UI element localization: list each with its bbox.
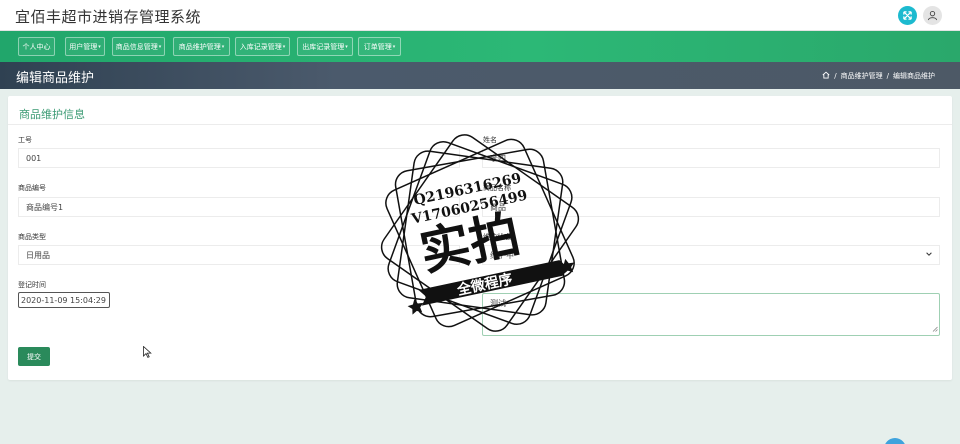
breadcrumb-item[interactable]: 商品维护管理 [841, 71, 883, 81]
nav-item-label: 出库记录管理 [302, 42, 345, 51]
register-time-value: 2020-11-09 15:04:29 [21, 295, 106, 305]
watermark-stamp: Q2196316269 V17060256499 实拍 全微程序 [372, 126, 588, 344]
nav-item-label: 商品信息管理 [115, 42, 158, 51]
home-icon[interactable] [822, 71, 830, 81]
nav-item-label: 个人中心 [22, 42, 51, 51]
breadcrumb-item-current: 编辑商品维护 [893, 72, 935, 80]
nav-item-product-maintenance[interactable]: 商品维护管理 ▾ [173, 37, 230, 56]
nav-item-personal-center[interactable]: 个人中心 [18, 37, 55, 56]
nav-item-label: 商品维护管理 [178, 42, 221, 51]
caret-down-icon: ▾ [282, 43, 286, 50]
top-bar: 宜佰丰超市进销存管理系统 [0, 0, 960, 31]
product-type-label: 商品类型 [18, 233, 46, 241]
expand-icon[interactable] [898, 6, 917, 25]
nav-item-label: 入库记录管理 [239, 42, 282, 51]
caret-down-icon: ▾ [345, 43, 348, 50]
floating-action-circle[interactable] [884, 438, 906, 444]
product-type-value: 日用品 [26, 250, 50, 260]
resize-handle-icon[interactable] [932, 325, 938, 334]
employee-id-label: 工号 [18, 136, 32, 144]
card-divider [8, 124, 952, 125]
caret-down-icon: ▾ [98, 43, 101, 50]
employee-id-value: 001 [26, 153, 42, 163]
app-title: 宜佰丰超市进销存管理系统 [15, 8, 202, 26]
nav-item-order-management[interactable]: 订单管理 ▾ [358, 37, 401, 56]
breadcrumb-separator: / [834, 72, 837, 80]
caret-down-icon: ▾ [158, 43, 162, 50]
product-code-label: 商品编号 [18, 184, 46, 192]
nav-item-label: 用户管理 [69, 42, 98, 51]
breadcrumb: / 商品维护管理 / 编辑商品维护 [822, 71, 935, 81]
mouse-cursor-icon [143, 343, 152, 362]
register-time-input[interactable]: 2020-11-09 15:04:29 [18, 292, 110, 308]
chevron-down-icon [925, 250, 933, 260]
card-title: 商品维护信息 [19, 108, 85, 121]
nav-item-product-info[interactable]: 商品信息管理 ▾ [112, 37, 165, 56]
breadcrumb-separator: / [886, 72, 889, 80]
main-nav: 个人中心 用户管理 ▾ 商品信息管理 ▾ 商品维护管理 ▾ 入库记录管理 ▾ 出库记录管… [0, 31, 960, 62]
nav-item-stock-in[interactable]: 入库记录管理 ▾ [235, 37, 290, 56]
product-code-value: 商品编号1 [26, 202, 64, 212]
watermark-banner: 全微程序 [455, 270, 514, 298]
caret-down-icon: ▾ [221, 43, 225, 50]
register-time-label: 登记时间 [18, 281, 46, 289]
submit-button[interactable]: 提交 [18, 347, 50, 366]
nav-item-label: 订单管理 [363, 42, 392, 51]
page-header: 编辑商品维护 / 商品维护管理 / 编辑商品维护 [0, 62, 960, 89]
nav-item-stock-out[interactable]: 出库记录管理 ▾ [297, 37, 353, 56]
caret-down-icon: ▾ [392, 43, 396, 50]
user-icon[interactable] [923, 6, 942, 25]
page-title: 编辑商品维护 [16, 71, 95, 86]
nav-item-user-management[interactable]: 用户管理 ▾ [65, 37, 105, 56]
